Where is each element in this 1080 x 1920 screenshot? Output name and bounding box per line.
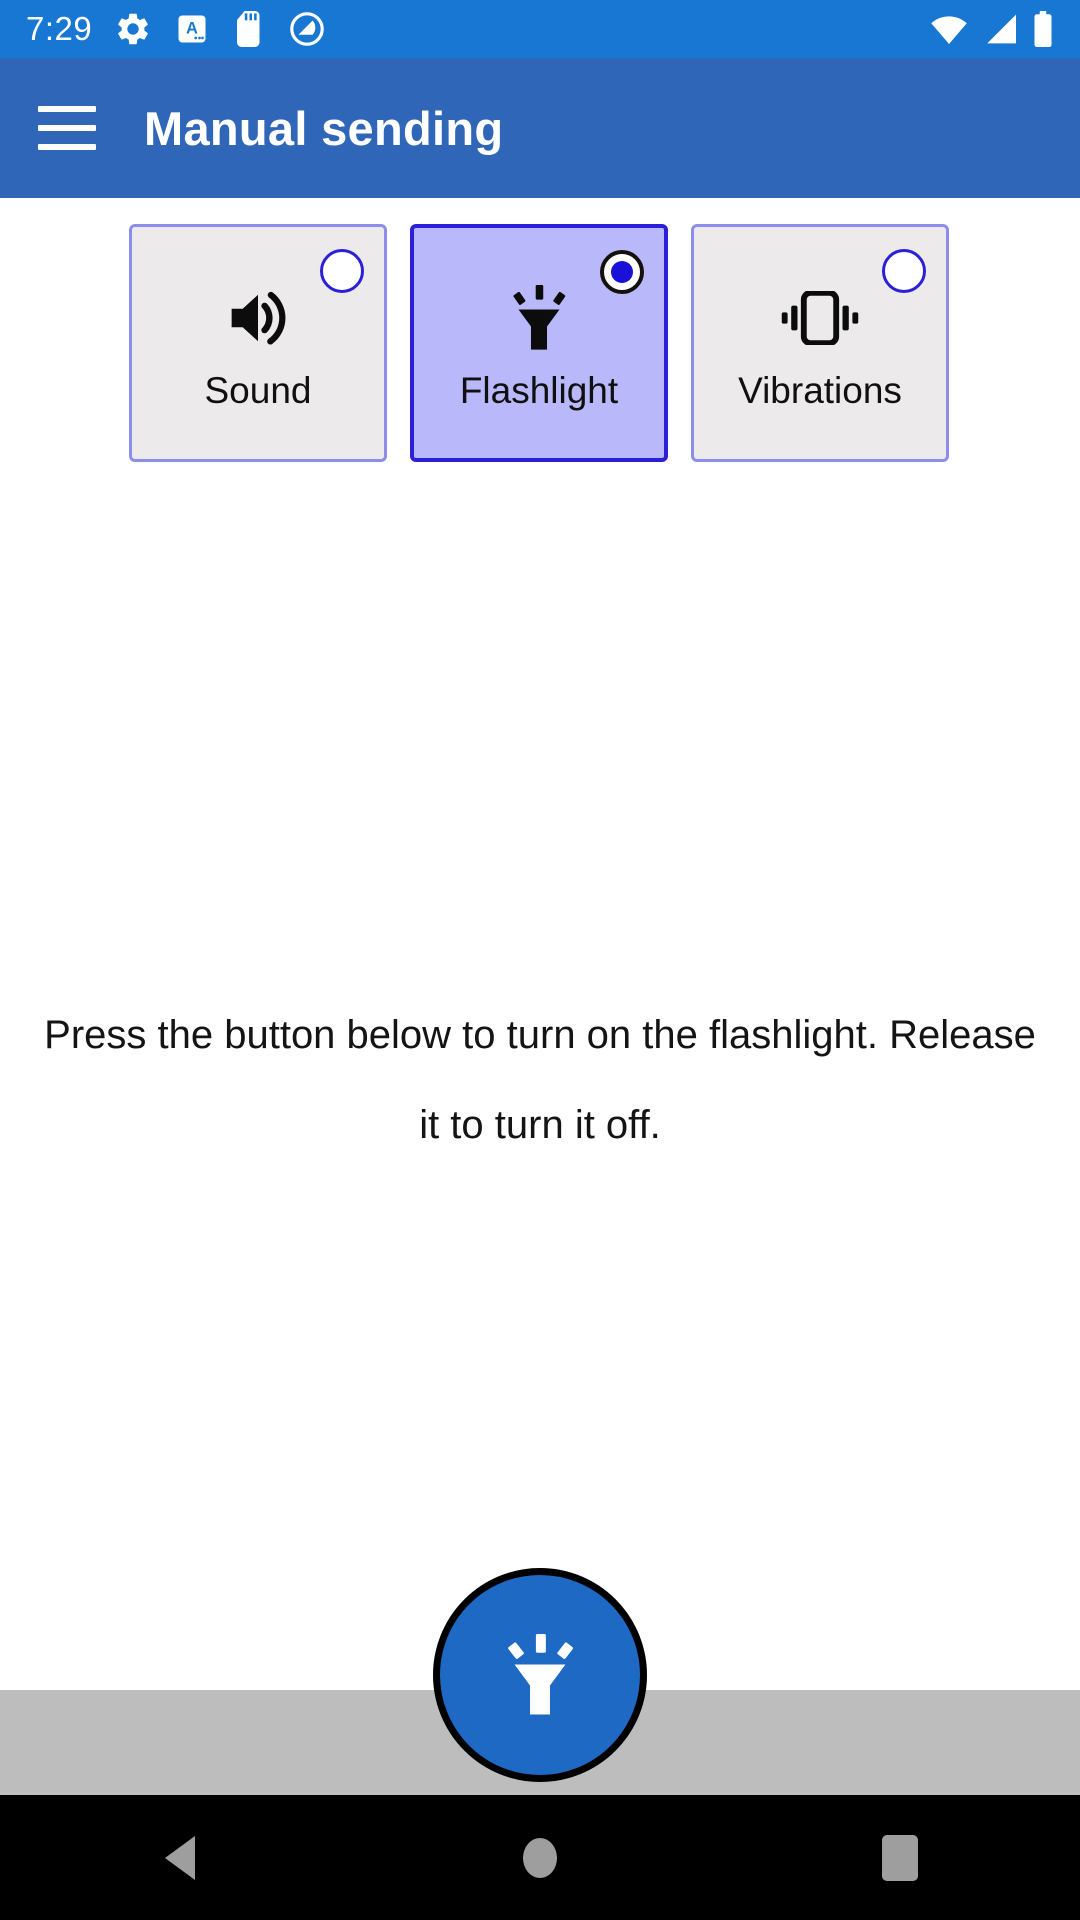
mode-card-sound[interactable]: Sound bbox=[129, 224, 387, 462]
menu-bar-1 bbox=[38, 106, 96, 112]
hamburger-menu-icon[interactable] bbox=[38, 106, 96, 150]
radio-flashlight[interactable] bbox=[600, 250, 644, 294]
instruction-text: Press the button below to turn on the fl… bbox=[44, 1013, 1036, 1147]
battery-icon bbox=[1034, 11, 1052, 47]
mode-card-flashlight[interactable]: Flashlight bbox=[410, 224, 668, 462]
recents-square-icon bbox=[882, 1834, 918, 1881]
vibration-icon bbox=[781, 280, 859, 356]
radio-vibrations[interactable] bbox=[882, 249, 926, 293]
cellular-signal-icon bbox=[987, 14, 1016, 44]
app-bar: Manual sending bbox=[0, 58, 1080, 198]
menu-bar-3 bbox=[38, 144, 96, 150]
svg-text:A: A bbox=[186, 20, 198, 38]
radio-sound[interactable] bbox=[320, 249, 364, 293]
status-clock: 7:29 bbox=[26, 10, 93, 47]
sd-card-icon bbox=[237, 11, 260, 47]
do-not-disturb-icon bbox=[290, 12, 325, 46]
mode-card-vibrations[interactable]: Vibrations bbox=[691, 224, 949, 462]
mode-selector-group: Sound Flashlight Vibrations bbox=[129, 224, 949, 462]
mode-label-vibrations: Vibrations bbox=[738, 370, 902, 411]
home-circle-icon bbox=[523, 1837, 557, 1878]
mode-label-sound: Sound bbox=[204, 370, 312, 411]
flashlight-icon bbox=[508, 1634, 574, 1715]
gear-icon bbox=[118, 13, 149, 45]
system-nav-bar bbox=[0, 1795, 1080, 1920]
status-bar: 7:29 A bbox=[0, 0, 1080, 58]
page-title: Manual sending bbox=[144, 101, 504, 155]
volume-up-icon bbox=[226, 280, 290, 356]
wifi-icon bbox=[931, 16, 967, 45]
flashlight-icon bbox=[508, 280, 570, 356]
auto-rotate-a-icon: A bbox=[178, 15, 206, 43]
nav-recents-button[interactable] bbox=[720, 1795, 1080, 1920]
nav-back-button[interactable] bbox=[0, 1795, 360, 1920]
menu-bar-2 bbox=[38, 125, 96, 131]
nav-home-button[interactable] bbox=[360, 1795, 720, 1920]
status-bar-right bbox=[930, 11, 1054, 47]
mode-label-flashlight: Flashlight bbox=[459, 370, 619, 411]
status-bar-left: 7:29 A bbox=[26, 10, 930, 48]
back-triangle-icon bbox=[165, 1835, 195, 1880]
app-screen: 7:29 A Manual sending Sound Flashlight V… bbox=[0, 0, 1080, 1920]
radio-dot bbox=[611, 261, 633, 283]
flashlight-fab-button[interactable] bbox=[433, 1568, 647, 1782]
